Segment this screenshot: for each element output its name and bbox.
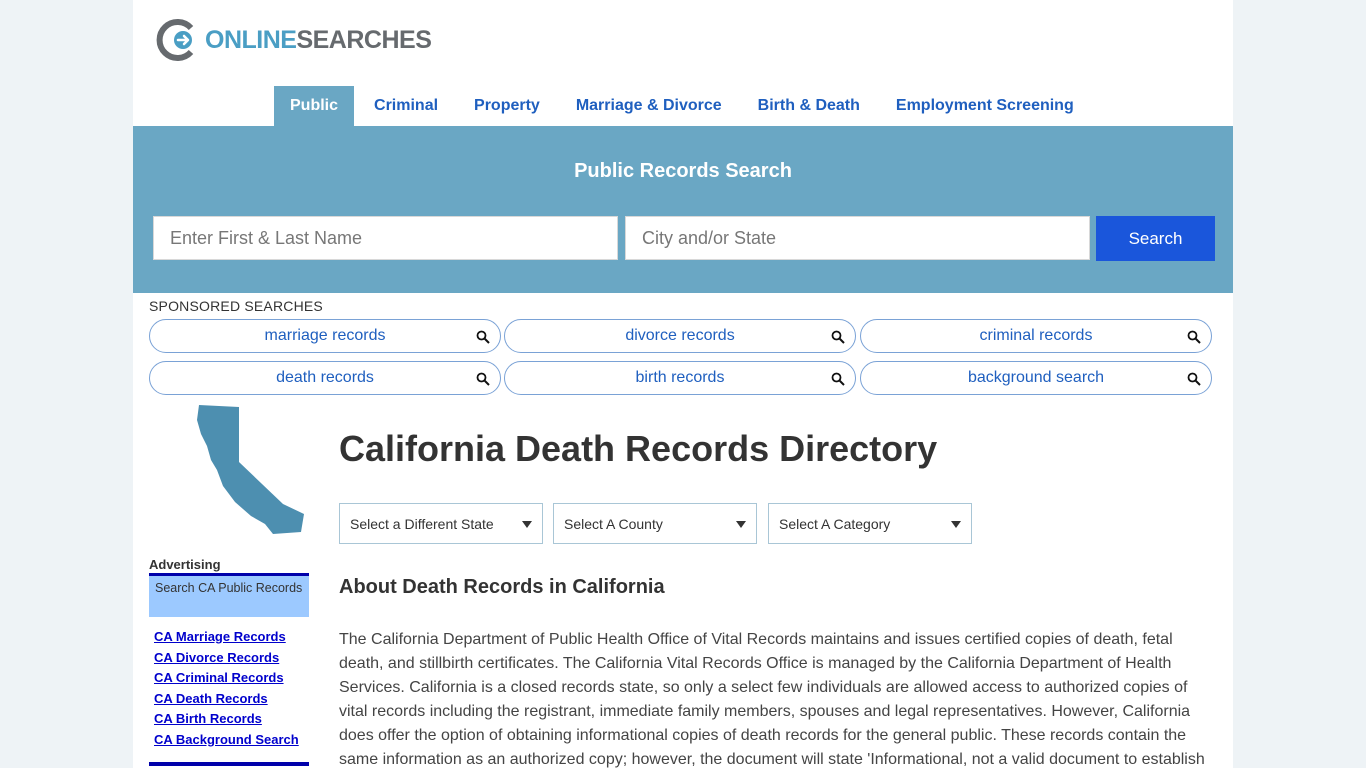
sponsored-search-death-records[interactable]: death records (149, 361, 501, 395)
sidebar-link-ca-death-records[interactable]: CA Death Records (154, 689, 299, 710)
sidebar-link-ca-birth-records[interactable]: CA Birth Records (154, 709, 299, 730)
sponsored-search-label: criminal records (979, 327, 1093, 344)
nav-item-marriage-divorce[interactable]: Marriage & Divorce (560, 86, 738, 126)
sponsored-searches-label: SPONSORED SEARCHES (149, 298, 323, 314)
body-paragraph: The California Department of Public Heal… (339, 631, 1205, 768)
category-select[interactable]: Select A Category (768, 503, 972, 544)
name-search-input[interactable] (153, 216, 618, 260)
nav-item-employment-screening[interactable]: Employment Screening (880, 86, 1090, 126)
logo-text-searches: SEARCHES (296, 25, 432, 54)
category-select-value: Select A Category (779, 515, 891, 532)
california-map-icon (197, 405, 304, 534)
sponsored-search-birth-records[interactable]: birth records (504, 361, 856, 395)
sponsored-search-label: divorce records (625, 327, 735, 344)
sponsored-search-criminal-records[interactable]: criminal records (860, 319, 1212, 353)
sidebar-link-ca-criminal-records[interactable]: CA Criminal Records (154, 668, 299, 689)
county-select-value: Select A County (564, 515, 663, 532)
nav-item-birth-death[interactable]: Birth & Death (742, 86, 876, 126)
nav-item-criminal[interactable]: Criminal (358, 86, 454, 126)
sidebar-link-ca-marriage-records[interactable]: CA Marriage Records (154, 627, 299, 648)
sponsored-search-label: background search (967, 369, 1105, 386)
sponsored-search-divorce-records[interactable]: divorce records (504, 319, 856, 353)
sponsored-search-label: marriage records (264, 327, 386, 344)
page-title: California Death Records Directory (339, 428, 938, 469)
logo-text: ONLINESEARCHES (205, 25, 432, 55)
search-icon (476, 372, 490, 386)
chevron-down-icon (951, 521, 961, 528)
logo-icon (156, 19, 194, 61)
search-icon (476, 330, 490, 344)
location-search-input[interactable] (625, 216, 1090, 260)
state-select-value: Select a Different State (350, 515, 494, 532)
chevron-down-icon (736, 521, 746, 528)
search-icon (831, 372, 845, 386)
section-title: About Death Records in California (339, 576, 665, 598)
hero-title: Public Records Search (574, 160, 792, 182)
chevron-down-icon (522, 521, 532, 528)
search-icon (1187, 330, 1201, 344)
logo-text-online: ONLINE (205, 25, 297, 54)
search-button[interactable]: Search (1096, 216, 1215, 261)
main-nav: Public Criminal Property Marriage & Divo… (274, 86, 1094, 126)
sidebar-link-ca-divorce-records[interactable]: CA Divorce Records (154, 648, 299, 669)
search-icon (831, 330, 845, 344)
county-select[interactable]: Select A County (553, 503, 757, 544)
site-logo[interactable]: ONLINESEARCHES (153, 18, 432, 62)
sidebar-links: CA Marriage Records CA Divorce Records C… (154, 627, 299, 751)
state-select[interactable]: Select a Different State (339, 503, 543, 544)
page-container: ONLINESEARCHES Public Criminal Property … (133, 0, 1233, 768)
ad-box[interactable]: Search CA Public Records (149, 573, 309, 617)
sponsored-search-marriage-records[interactable]: marriage records (149, 319, 501, 353)
sidebar-divider (149, 762, 309, 766)
nav-item-property[interactable]: Property (458, 86, 556, 126)
sidebar-link-ca-background-search[interactable]: CA Background Search (154, 730, 299, 751)
sponsored-search-background-search[interactable]: background search (860, 361, 1212, 395)
sponsored-search-label: birth records (635, 369, 725, 386)
sponsored-search-label: death records (276, 369, 374, 386)
search-hero: Public Records Search Search (133, 126, 1233, 293)
nav-item-public[interactable]: Public (274, 86, 355, 126)
search-icon (1187, 372, 1201, 386)
advertising-label: Advertising (149, 557, 221, 572)
